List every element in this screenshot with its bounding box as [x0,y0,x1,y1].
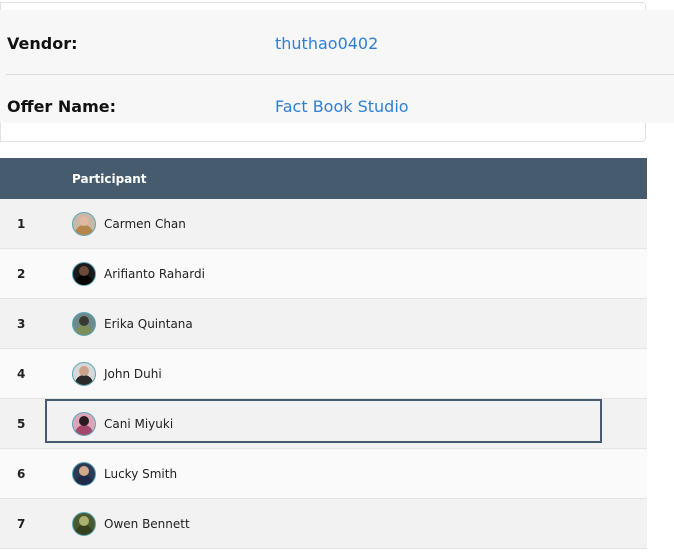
vendor-link[interactable]: thuthao0402 [275,34,378,53]
row-index: 5 [17,416,26,431]
avatar [72,311,96,336]
table-row[interactable]: 5 Cani Miyuki [0,399,647,449]
participant-cell[interactable]: Lucky Smith [72,461,178,486]
table-row[interactable]: 7 Owen Bennett [0,499,647,549]
avatar-head [79,365,89,376]
participant-cell[interactable]: Arifianto Rahardi [72,261,205,286]
avatar-body [75,474,93,485]
row-index: 3 [17,316,26,331]
avatar [72,461,96,486]
selection-outline [45,399,602,443]
avatar [72,361,96,386]
avatar-body [75,324,93,335]
row-index: 1 [17,216,26,231]
table-header: Participant [0,158,647,199]
avatar-head [79,315,89,326]
vendor-row: Vendor: thuthao0402 [0,12,674,74]
row-index: 6 [17,466,26,481]
avatar-body [75,524,93,535]
participant-cell[interactable]: John Duhi [72,361,162,386]
participant-name: John Duhi [104,366,162,381]
participant-column-header: Participant [72,171,147,186]
row-index: 2 [17,266,26,281]
participant-name: Lucky Smith [104,466,178,481]
avatar [72,211,96,236]
avatar-head [79,265,89,276]
avatar-head [79,515,89,526]
participant-cell[interactable]: Erika Quintana [72,311,193,336]
offer-name-label: Offer Name: [7,96,116,116]
table-row[interactable]: 6 Lucky Smith [0,449,647,499]
participant-cell[interactable]: Owen Bennett [72,511,190,536]
participant-cell[interactable]: Carmen Chan [72,211,186,236]
table-row[interactable]: 2 Arifianto Rahardi [0,249,647,299]
participants-table: Participant 1 Carmen Chan 2 Arifianto Rahar… [0,158,647,549]
avatar-body [75,224,93,235]
avatar-head [79,465,89,476]
table-row[interactable]: 1 Carmen Chan [0,199,647,249]
table-row[interactable]: 3 Erika Quintana [0,299,647,349]
row-index: 7 [17,516,26,531]
avatar-head [79,215,89,226]
table-body: 1 Carmen Chan 2 Arifianto Rahardi 3 Erika Qui… [0,199,647,549]
participant-name: Owen Bennett [104,516,190,531]
participant-name: Carmen Chan [104,216,186,231]
page: Vendor: thuthao0402 Offer Name: Fact Boo… [0,0,674,555]
avatar-body [75,374,93,385]
vendor-label: Vendor: [7,33,78,53]
avatar-body [75,274,93,285]
avatar [72,511,96,536]
table-row[interactable]: 4 John Duhi [0,349,647,399]
participant-name: Arifianto Rahardi [104,266,205,281]
row-index: 4 [17,366,26,381]
avatar [72,261,96,286]
participant-name: Erika Quintana [104,316,193,331]
offer-name-row: Offer Name: Fact Book Studio [0,75,674,137]
offer-name-link[interactable]: Fact Book Studio [275,97,409,116]
